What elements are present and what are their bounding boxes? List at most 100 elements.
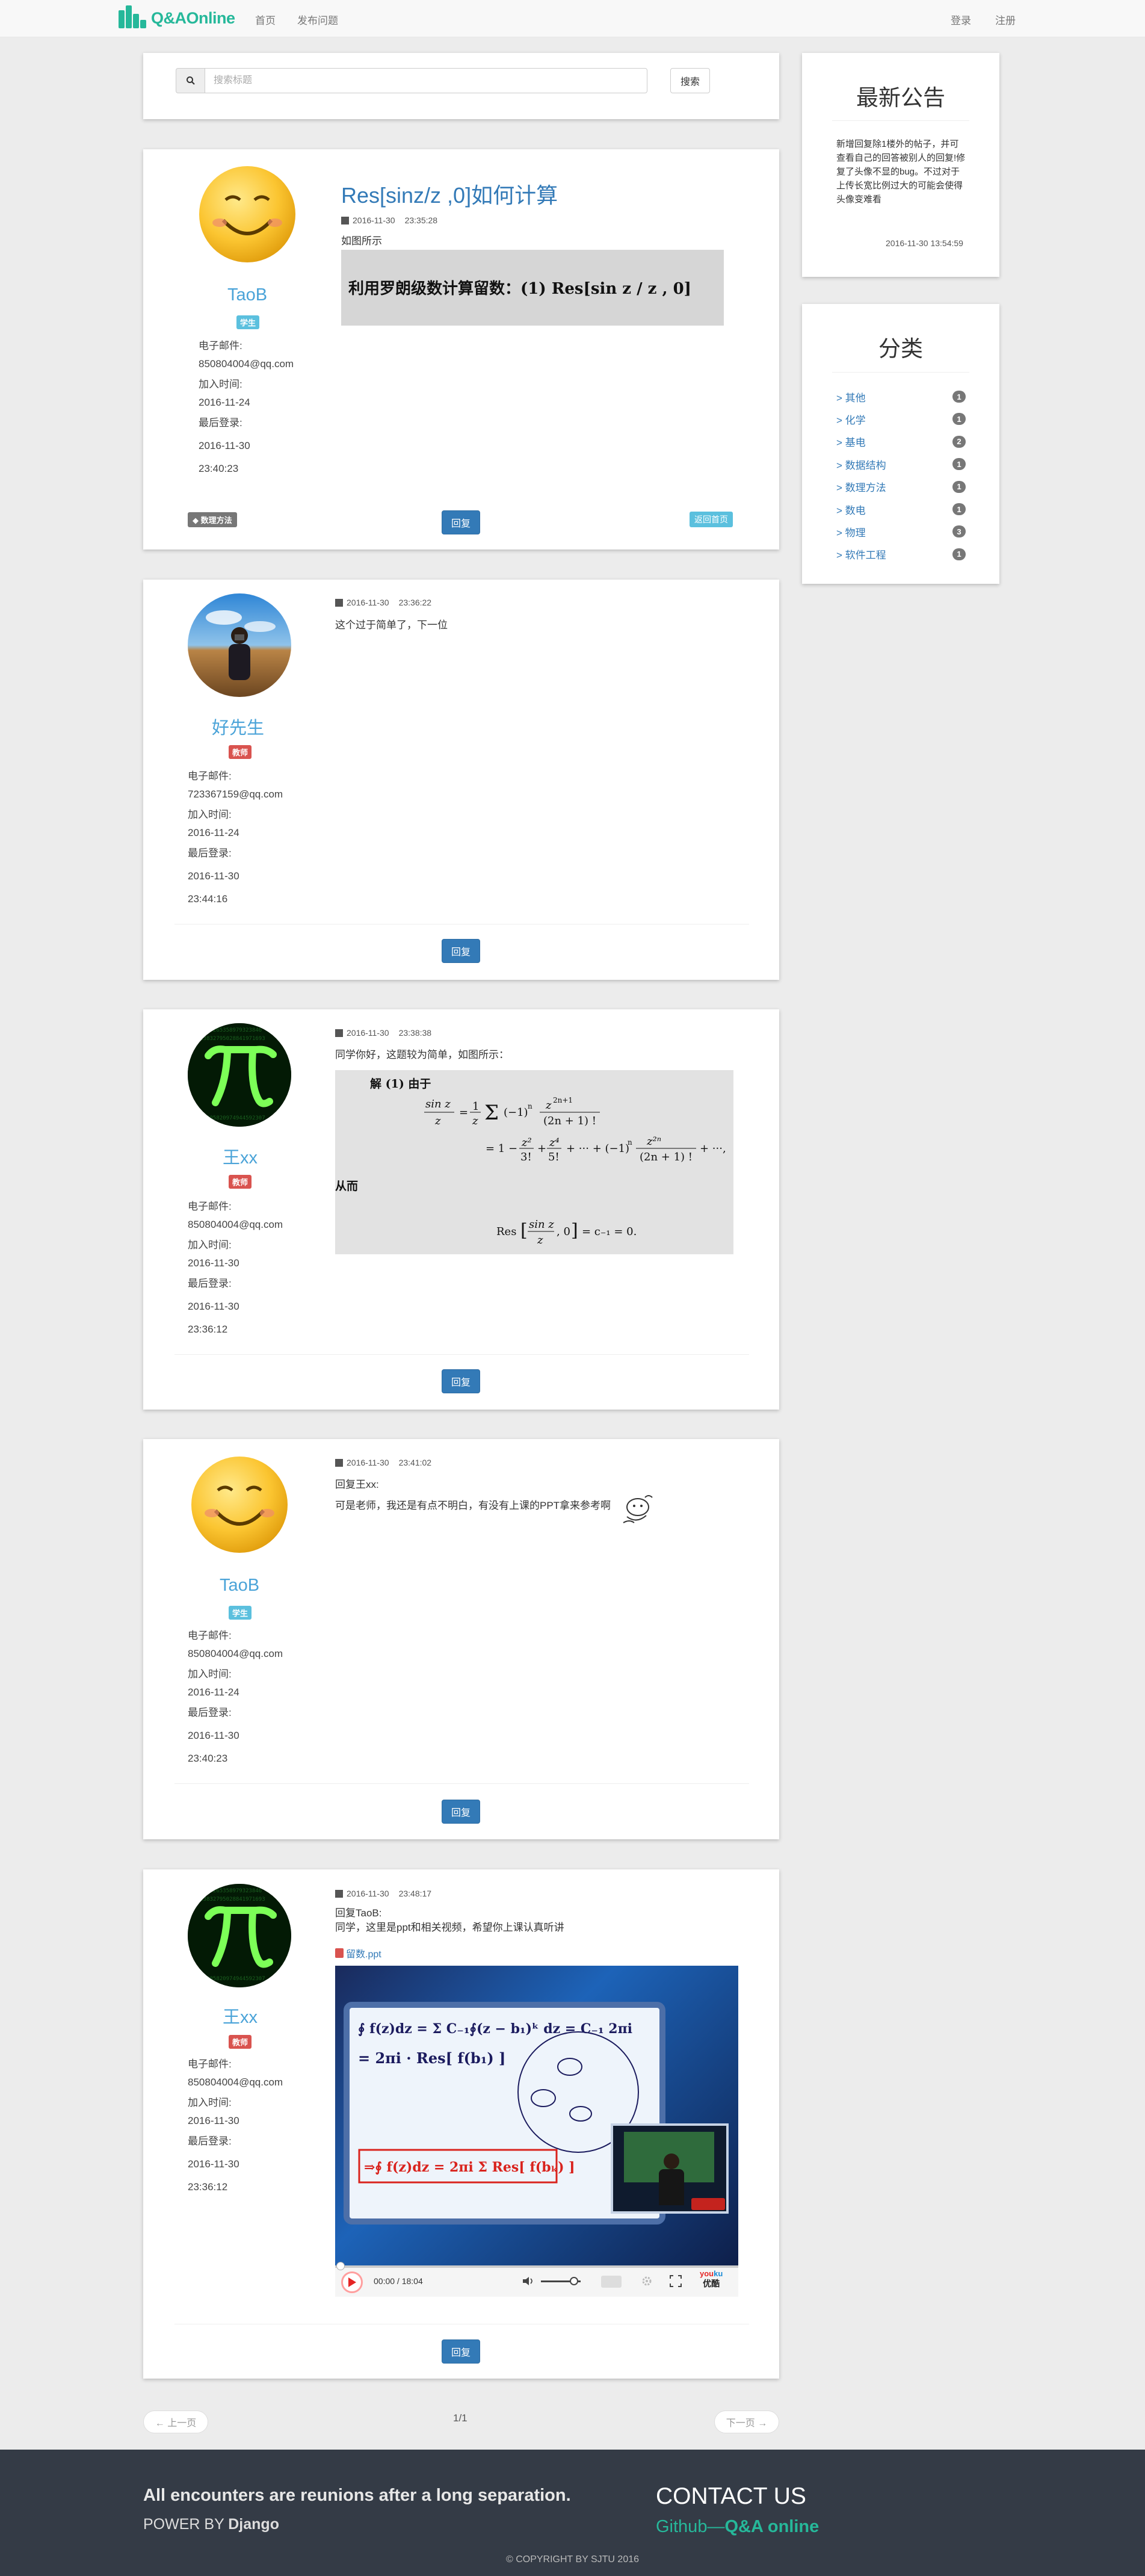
category-item[interactable]: > 物理 3 bbox=[836, 521, 966, 542]
video-scrubber[interactable] bbox=[336, 2262, 345, 2270]
last-login-label: 最后登录: bbox=[188, 1278, 232, 1289]
user-info: 电子邮件: 850804004@qq.com 加入时间: 2016-11-30 … bbox=[188, 2055, 283, 2196]
category-link[interactable]: > 数电 bbox=[836, 502, 866, 517]
search-icon[interactable] bbox=[176, 68, 205, 93]
user-info: 电子邮件: 850804004@qq.com 加入时间: 2016-11-24 … bbox=[199, 337, 294, 478]
quality-icon[interactable] bbox=[601, 2276, 622, 2288]
email-label: 电子邮件: bbox=[199, 340, 242, 351]
video-screen[interactable]: ∮ f(z)dz = Σ C₋₁∮(z − b₁)ᵏ dz = C₋₁ 2πi … bbox=[335, 1966, 738, 2265]
reply-body: 这个过于简单了，下一位 bbox=[335, 619, 448, 631]
post-meta: 2016-11-30 23:48:17 bbox=[335, 1889, 431, 1898]
calendar-icon bbox=[335, 598, 343, 607]
reply-button[interactable]: 回复 bbox=[442, 1800, 480, 1824]
reply-button[interactable]: 回复 bbox=[442, 2339, 480, 2364]
joined-label: 加入时间: bbox=[188, 1668, 232, 1680]
video-player[interactable]: ∮ f(z)dz = Σ C₋₁∮(z − b₁)ᵏ dz = C₋₁ 2πi … bbox=[335, 1966, 738, 2297]
email-label: 电子邮件: bbox=[188, 1201, 232, 1212]
email-label: 电子邮件: bbox=[188, 1630, 232, 1641]
svg-text:1: 1 bbox=[472, 1100, 479, 1113]
tag-label[interactable]: ◆ 数理方法 bbox=[188, 512, 237, 527]
volume-knob[interactable] bbox=[570, 2277, 578, 2285]
next-page-button[interactable]: 下一页 → bbox=[714, 2410, 779, 2433]
role-badge: 教师 bbox=[229, 2035, 252, 2049]
joined-label: 加入时间: bbox=[199, 379, 242, 390]
username[interactable]: TaoB bbox=[227, 285, 267, 305]
search-input[interactable] bbox=[205, 68, 647, 93]
reply-quote: 回复王xx: bbox=[335, 1479, 379, 1490]
category-link[interactable]: > 数据结构 bbox=[836, 457, 886, 472]
reply-button[interactable]: 回复 bbox=[442, 510, 480, 534]
reply-button[interactable]: 回复 bbox=[442, 1369, 480, 1393]
post-meta: 2016-11-30 23:36:22 bbox=[335, 598, 431, 607]
svg-text:, 0: , 0 bbox=[557, 1225, 570, 1238]
post-meta: 2016-11-30 23:38:38 bbox=[335, 1028, 431, 1038]
joined-label: 加入时间: bbox=[188, 809, 232, 820]
reply-body: 同学你好，这题较为简单，如图所示： bbox=[335, 1049, 509, 1060]
teacher-inset bbox=[611, 2123, 729, 2214]
page-indicator: 1/1 bbox=[453, 2412, 468, 2424]
search-button[interactable]: 搜索 bbox=[670, 68, 710, 93]
svg-text:z: z bbox=[537, 1234, 543, 1246]
category-item[interactable]: > 软件工程 1 bbox=[836, 543, 966, 565]
category-item[interactable]: > 基电 2 bbox=[836, 431, 966, 453]
last-login-date: 2016-11-30 bbox=[188, 870, 239, 882]
category-item[interactable]: > 数电 1 bbox=[836, 498, 966, 520]
nav-login-link[interactable]: 登录 bbox=[951, 12, 971, 27]
video-progress[interactable] bbox=[335, 2265, 738, 2268]
last-login-time: 23:36:12 bbox=[188, 1324, 228, 1335]
last-login-time: 23:40:23 bbox=[188, 1753, 228, 1764]
role-badge: 教师 bbox=[229, 745, 252, 759]
reply-button[interactable]: 回复 bbox=[442, 939, 480, 963]
fullscreen-icon[interactable] bbox=[670, 2275, 682, 2290]
category-item[interactable]: > 化学 1 bbox=[836, 408, 966, 430]
nav-ask-link[interactable]: 发布问题 bbox=[297, 12, 338, 27]
volume-icon[interactable] bbox=[523, 2276, 534, 2289]
svg-text:=: = bbox=[459, 1106, 468, 1119]
post-date: 2016-11-30 bbox=[353, 215, 395, 225]
notice-body: 新增回复除1楼外的帖子，并可查看自己的回答被别人的回复!修复了头像不显的bug。… bbox=[836, 139, 966, 205]
category-item[interactable]: > 其他 1 bbox=[836, 386, 966, 407]
video-time: 00:00 / 18:04 bbox=[374, 2276, 423, 2286]
user-info: 电子邮件: 723367159@qq.com 加入时间: 2016-11-24 … bbox=[188, 767, 283, 908]
avatar bbox=[196, 163, 299, 266]
category-item[interactable]: > 数理方法 1 bbox=[836, 476, 966, 498]
avatar: 3.14159265358979323846 264338327950288419… bbox=[188, 1884, 291, 1987]
footer-github-link[interactable]: Github—Q&A online bbox=[656, 2517, 819, 2537]
category-link[interactable]: > 化学 bbox=[836, 412, 866, 427]
footer-copyright: © COPYRIGHT BY SJTU 2016 bbox=[505, 2554, 640, 2565]
category-link[interactable]: > 基电 bbox=[836, 434, 866, 449]
username[interactable]: 好先生 bbox=[212, 714, 264, 739]
svg-text:]: ] bbox=[571, 1220, 578, 1241]
reply-body: 同学，这里是ppt和相关视频，希望你上课认真听讲 bbox=[335, 1922, 564, 1933]
category-link[interactable]: > 其他 bbox=[836, 389, 866, 404]
category-link[interactable]: > 物理 bbox=[836, 524, 866, 539]
attachment-link[interactable]: 留数.ppt bbox=[335, 1946, 381, 1960]
navbar: Q&AOnline 首页 发布问题 登录 注册 bbox=[0, 0, 1145, 37]
svg-text:+: + bbox=[537, 1142, 546, 1155]
settings-icon[interactable] bbox=[641, 2275, 653, 2290]
nav-home-link[interactable]: 首页 bbox=[255, 12, 276, 27]
tag-icon: ◆ bbox=[193, 516, 201, 525]
role-badge: 教师 bbox=[229, 1175, 252, 1189]
prev-page-button[interactable]: ← 上一页 bbox=[143, 2410, 208, 2433]
username[interactable]: 王xx bbox=[223, 1144, 258, 1169]
divider bbox=[174, 1783, 749, 1784]
username[interactable]: TaoB bbox=[220, 1576, 259, 1596]
category-link[interactable]: > 软件工程 bbox=[836, 546, 886, 562]
nav-register-link[interactable]: 注册 bbox=[995, 12, 1016, 27]
back-home-label[interactable]: 返回首页 bbox=[690, 512, 733, 527]
svg-text:3!: 3! bbox=[520, 1151, 532, 1163]
username[interactable]: 王xx bbox=[223, 2003, 258, 2028]
category-link[interactable]: > 数理方法 bbox=[836, 479, 886, 494]
category-item[interactable]: > 数据结构 1 bbox=[836, 453, 966, 475]
avatar: 3.14159265358979323846 264338327950288419… bbox=[188, 1023, 291, 1127]
solution-result: Res [sin z z , 0] = c₋₁ = 0. bbox=[496, 1218, 637, 1246]
last-login-date: 2016-11-30 bbox=[188, 1730, 239, 1741]
category-count-badge: 2 bbox=[952, 435, 966, 448]
site-logo[interactable]: Q&AOnline bbox=[117, 5, 235, 31]
solution-formula: sin zz = 1z Σ (−1) n z 2n+1(2n + 1) ! = 1 − z… bbox=[424, 1096, 726, 1163]
svg-text:= 2πi · Res[ f(b₁) ]: = 2πi · Res[ f(b₁) ] bbox=[358, 2049, 505, 2067]
svg-text:sin z: sin z bbox=[425, 1098, 451, 1110]
play-icon[interactable] bbox=[341, 2271, 363, 2293]
email-label: 电子邮件: bbox=[188, 770, 232, 782]
